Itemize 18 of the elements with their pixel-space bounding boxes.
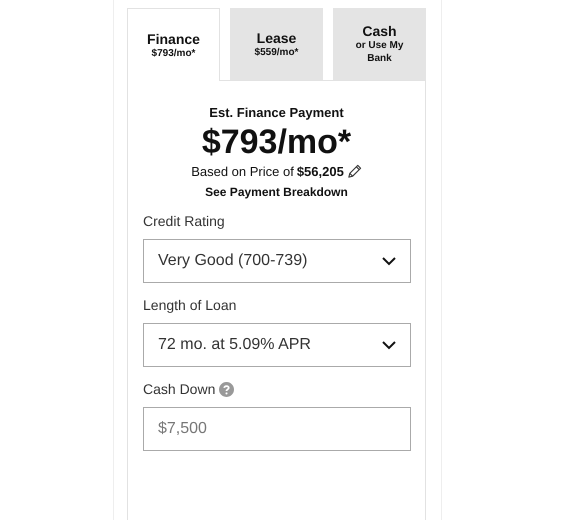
- dropdown[interactable]: 72 mo. at 5.09% APR: [143, 323, 411, 367]
- price-value: $56,205: [296, 164, 344, 179]
- field-label: Credit Rating: [143, 213, 225, 229]
- dropdown[interactable]: Very Good (700-739): [143, 239, 411, 283]
- payment-heading: Est. Finance Payment: [209, 105, 344, 120]
- input-field[interactable]: $7,500: [143, 407, 411, 451]
- field-label: Cash Down: [143, 381, 216, 397]
- payment-breakdown-link[interactable]: See Payment Breakdown: [205, 185, 348, 199]
- help-icon[interactable]: [219, 382, 234, 396]
- chevron-down-icon: [382, 256, 396, 266]
- pencil-icon[interactable]: [346, 164, 362, 179]
- tab[interactable]: Finance $793/mo*: [127, 8, 220, 81]
- tab[interactable]: Lease $559/mo*: [230, 8, 323, 80]
- chevron-down-icon: [382, 340, 396, 350]
- tab[interactable]: Cash or Use My Bank: [333, 8, 426, 80]
- field-label: Length of Loan: [143, 297, 236, 313]
- price-label: Based on Price of: [191, 164, 294, 179]
- payment-amount: $793/mo*: [202, 123, 352, 162]
